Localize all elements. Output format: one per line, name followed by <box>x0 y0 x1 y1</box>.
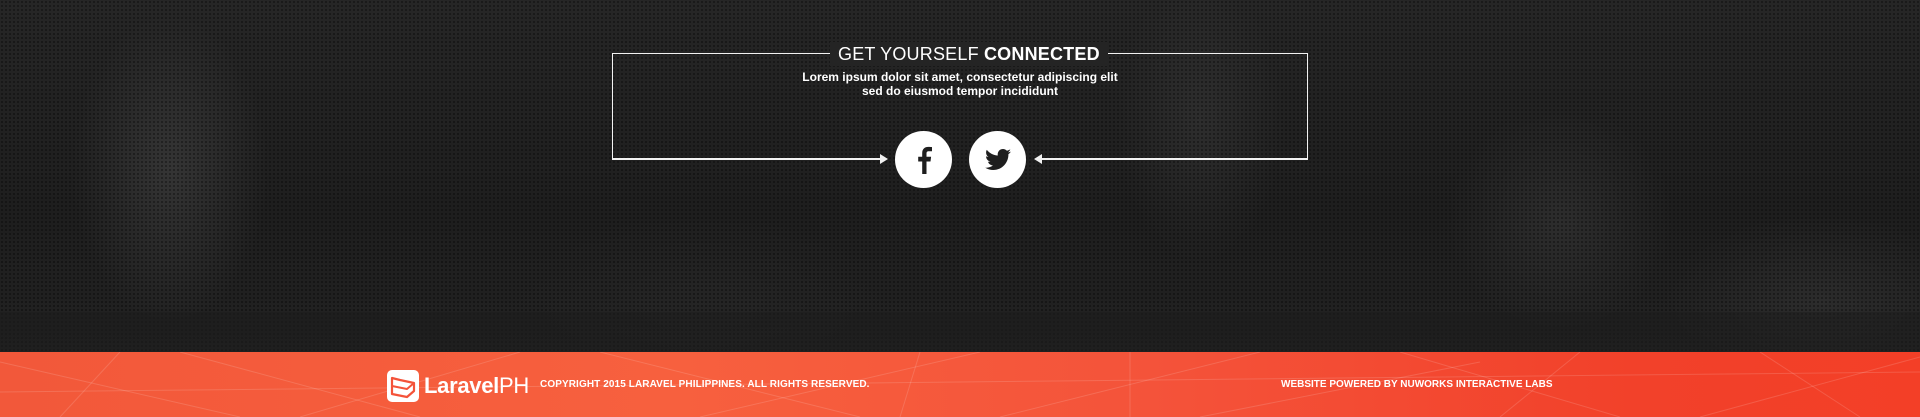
section-shade <box>0 312 1920 352</box>
connect-heading: GET YOURSELF CONNECTED <box>830 42 1108 66</box>
frame-line-right <box>1036 158 1308 160</box>
subtitle-line-2: sed do eiusmod tempor incididunt <box>861 84 1058 98</box>
powered-by-text: WEBSITE POWERED BY NUWORKS INTERACTIVE L… <box>1281 379 1553 390</box>
twitter-button[interactable] <box>969 131 1026 188</box>
facebook-button[interactable] <box>895 131 952 188</box>
laravel-logo-icon <box>387 370 419 402</box>
logo-suffix: PH <box>498 373 529 398</box>
footer-pattern <box>0 352 1920 417</box>
heading-light: GET YOURSELF <box>838 44 979 64</box>
logo-word: Laravel <box>424 373 499 398</box>
site-footer: LaravelPH <box>0 352 1920 417</box>
arrow-left-icon <box>1034 154 1042 164</box>
copyright-text: COPYRIGHT 2015 LARAVEL PHILIPPINES. ALL … <box>540 379 870 390</box>
frame-line-left <box>612 158 886 160</box>
arrow-right-icon <box>880 154 888 164</box>
connect-frame <box>612 53 1308 159</box>
logo-text: LaravelPH <box>424 373 529 399</box>
laravelph-logo[interactable]: LaravelPH <box>387 369 529 403</box>
facebook-icon <box>917 146 932 174</box>
twitter-icon <box>984 148 1011 170</box>
connect-subtitle: Lorem ipsum dolor sit amet, consectetur … <box>760 70 1160 98</box>
subtitle-line-1: Lorem ipsum dolor sit amet, consectetur … <box>802 70 1118 84</box>
heading-bold: CONNECTED <box>983 44 1100 64</box>
